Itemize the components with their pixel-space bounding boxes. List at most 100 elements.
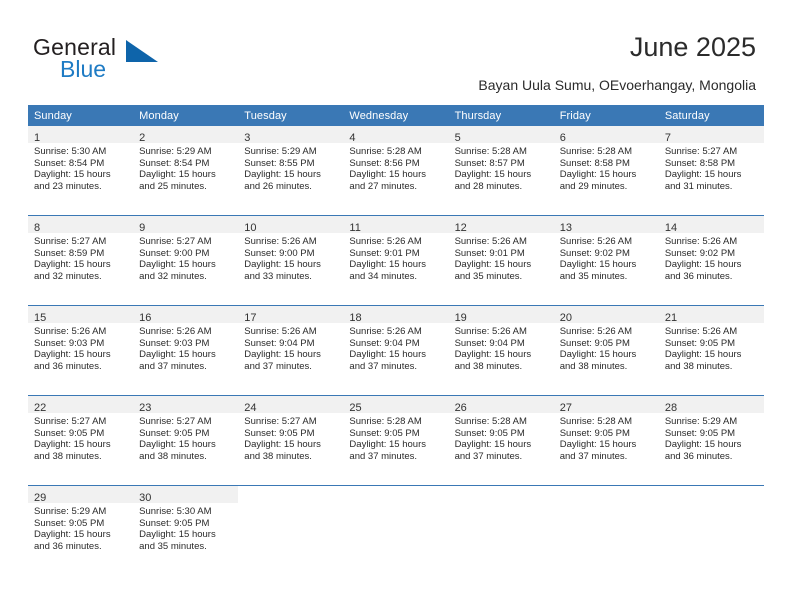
day-number: 20 bbox=[559, 312, 572, 324]
day-number: 26 bbox=[454, 402, 467, 414]
calendar-day-cell[interactable]: 5 Sunrise: 5:28 AM Sunset: 8:57 PM Daylight… bbox=[448, 126, 554, 216]
calendar-day-cell[interactable]: 19 Sunrise: 5:26 AM Sunset: 9:04 PM Dayligh… bbox=[448, 305, 554, 396]
calendar-day-cell[interactable]: 30 Sunrise: 5:30 AM Sunset: 9:05 PM Dayligh… bbox=[133, 485, 239, 575]
day-sun-info: Sunrise: 5:27 AM Sunset: 9:05 PM Daylight:… bbox=[238, 413, 343, 462]
daylight-text-line2: and 37 minutes. bbox=[454, 450, 523, 462]
calendar-day-cell[interactable]: 26 Sunrise: 5:28 AM Sunset: 9:05 PM Dayligh… bbox=[448, 395, 554, 486]
calendar-day-cell[interactable]: 22 Sunrise: 5:27 AM Sunset: 9:05 PM Dayligh… bbox=[28, 395, 134, 486]
calendar-day-cell[interactable]: 8 Sunrise: 5:27 AM Sunset: 8:59 PM Daylight… bbox=[28, 215, 134, 306]
day-sun-info: Sunrise: 5:28 AM Sunset: 9:05 PM Daylight:… bbox=[554, 413, 659, 462]
sunrise-text: Sunrise: 5:29 AM bbox=[244, 146, 317, 157]
day-sun-info: Sunrise: 5:27 AM Sunset: 8:58 PM Daylight:… bbox=[659, 143, 764, 192]
day-cell-content: 27 Sunrise: 5:28 AM Sunset: 9:05 PM Dayligh… bbox=[553, 396, 659, 485]
calendar-day-cell[interactable]: 20 Sunrise: 5:26 AM Sunset: 9:05 PM Dayligh… bbox=[553, 305, 659, 396]
day-number: 12 bbox=[454, 222, 467, 234]
day-number: 30 bbox=[139, 492, 152, 504]
calendar-day-cell[interactable]: 29 Sunrise: 5:29 AM Sunset: 9:05 PM Dayligh… bbox=[28, 485, 134, 575]
calendar-day-cell[interactable]: 4 Sunrise: 5:28 AM Sunset: 8:56 PM Daylight… bbox=[343, 126, 449, 216]
day-number-band: 11 bbox=[343, 216, 449, 234]
calendar-empty-cell bbox=[343, 485, 449, 575]
sunset-text: Sunset: 9:05 PM bbox=[139, 427, 210, 439]
calendar-day-cell[interactable]: 21 Sunrise: 5:26 AM Sunset: 9:05 PM Dayligh… bbox=[658, 305, 764, 396]
day-cell-content: 29 Sunrise: 5:29 AM Sunset: 9:05 PM Dayligh… bbox=[28, 486, 134, 575]
sunset-text: Sunset: 9:05 PM bbox=[454, 427, 525, 439]
calendar-empty-cell bbox=[448, 485, 554, 575]
weekday-header-friday: Friday bbox=[553, 105, 659, 126]
calendar-day-cell[interactable]: 18 Sunrise: 5:26 AM Sunset: 9:04 PM Dayligh… bbox=[343, 305, 449, 396]
sunset-text: Sunset: 8:55 PM bbox=[244, 157, 315, 169]
day-number-band: 7 bbox=[658, 126, 764, 144]
daylight-text-line2: and 29 minutes. bbox=[559, 180, 628, 192]
sunrise-text: Sunrise: 5:27 AM bbox=[34, 416, 107, 427]
calendar-day-cell[interactable]: 16 Sunrise: 5:26 AM Sunset: 9:03 PM Dayligh… bbox=[133, 305, 239, 396]
sunrise-text: Sunrise: 5:28 AM bbox=[454, 416, 527, 427]
calendar-day-cell[interactable]: 24 Sunrise: 5:27 AM Sunset: 9:05 PM Dayligh… bbox=[238, 395, 344, 486]
day-number-band: 22 bbox=[28, 396, 134, 414]
general-blue-logo[interactable]: General Blue bbox=[33, 34, 203, 86]
day-cell-content: 13 Sunrise: 5:26 AM Sunset: 9:02 PM Dayligh… bbox=[553, 216, 659, 305]
sunset-text: Sunset: 9:02 PM bbox=[664, 247, 736, 259]
daylight-text-line2: and 36 minutes. bbox=[34, 540, 102, 552]
empty-placeholder bbox=[658, 486, 764, 575]
calendar-day-cell[interactable]: 10 Sunrise: 5:26 AM Sunset: 9:00 PM Dayligh… bbox=[238, 215, 344, 306]
calendar-day-cell[interactable]: 23 Sunrise: 5:27 AM Sunset: 9:05 PM Dayligh… bbox=[133, 395, 239, 486]
calendar-header-row-group: Sunday Monday Tuesday Wednesday Thursday… bbox=[28, 105, 764, 126]
calendar-day-cell[interactable]: 13 Sunrise: 5:26 AM Sunset: 9:02 PM Dayligh… bbox=[553, 215, 659, 306]
calendar-day-cell[interactable]: 14 Sunrise: 5:26 AM Sunset: 9:02 PM Dayligh… bbox=[658, 215, 764, 306]
calendar-day-cell[interactable]: 3 Sunrise: 5:29 AM Sunset: 8:55 PM Daylight… bbox=[238, 126, 344, 216]
calendar-day-cell[interactable]: 12 Sunrise: 5:26 AM Sunset: 9:01 PM Dayligh… bbox=[448, 215, 554, 306]
daylight-text-line2: and 37 minutes. bbox=[244, 360, 312, 372]
calendar-day-cell[interactable]: 2 Sunrise: 5:29 AM Sunset: 8:54 PM Daylight… bbox=[133, 126, 239, 216]
calendar-day-cell[interactable]: 28 Sunrise: 5:29 AM Sunset: 9:05 PM Dayligh… bbox=[658, 395, 764, 486]
day-number: 16 bbox=[139, 312, 152, 324]
sunrise-text: Sunrise: 5:26 AM bbox=[664, 326, 738, 337]
calendar-week-row: 8 Sunrise: 5:27 AM Sunset: 8:59 PM Daylight… bbox=[28, 215, 764, 306]
day-sun-info: Sunrise: 5:26 AM Sunset: 9:05 PM Daylight:… bbox=[659, 323, 764, 372]
sunrise-text: Sunrise: 5:26 AM bbox=[664, 236, 738, 247]
day-number: 6 bbox=[559, 132, 566, 144]
day-number-band: 15 bbox=[28, 306, 134, 324]
day-number-band: 18 bbox=[343, 306, 449, 324]
calendar-day-cell[interactable]: 17 Sunrise: 5:26 AM Sunset: 9:04 PM Dayligh… bbox=[238, 305, 344, 396]
day-number: 13 bbox=[559, 222, 572, 234]
empty-placeholder bbox=[343, 486, 449, 575]
day-number: 19 bbox=[454, 312, 467, 324]
daylight-text-line2: and 35 minutes. bbox=[454, 270, 523, 282]
sunrise-text: Sunrise: 5:29 AM bbox=[34, 506, 107, 517]
calendar-day-cell[interactable]: 27 Sunrise: 5:28 AM Sunset: 9:05 PM Dayligh… bbox=[553, 395, 659, 486]
day-number-band: 10 bbox=[238, 216, 344, 234]
day-cell-content: 26 Sunrise: 5:28 AM Sunset: 9:05 PM Dayligh… bbox=[448, 396, 554, 485]
day-number-band: 25 bbox=[343, 396, 449, 414]
calendar-day-cell[interactable]: 1 Sunrise: 5:30 AM Sunset: 8:54 PM Daylight… bbox=[28, 126, 134, 216]
sunset-text: Sunset: 8:59 PM bbox=[34, 247, 105, 259]
sunrise-text: Sunrise: 5:28 AM bbox=[454, 146, 527, 157]
blue-triangle-icon bbox=[126, 40, 158, 62]
daylight-text-line1: Daylight: 15 hours bbox=[244, 259, 321, 271]
day-cell-content: 23 Sunrise: 5:27 AM Sunset: 9:05 PM Dayligh… bbox=[133, 396, 239, 485]
day-sun-info: Sunrise: 5:26 AM Sunset: 9:04 PM Daylight:… bbox=[343, 323, 448, 372]
sunrise-text: Sunrise: 5:26 AM bbox=[349, 326, 422, 337]
day-sun-info: Sunrise: 5:28 AM Sunset: 9:05 PM Daylight:… bbox=[343, 413, 448, 462]
calendar-day-cell[interactable]: 11 Sunrise: 5:26 AM Sunset: 9:01 PM Dayligh… bbox=[343, 215, 449, 306]
empty-placeholder bbox=[448, 486, 554, 575]
sunrise-text: Sunrise: 5:26 AM bbox=[559, 236, 633, 247]
day-sun-info: Sunrise: 5:26 AM Sunset: 9:03 PM Daylight:… bbox=[28, 323, 133, 372]
sunset-text: Sunset: 8:56 PM bbox=[349, 157, 420, 169]
day-number: 4 bbox=[349, 132, 356, 144]
empty-placeholder bbox=[238, 486, 344, 575]
day-number-band: 30 bbox=[133, 486, 239, 504]
calendar-day-cell[interactable]: 25 Sunrise: 5:28 AM Sunset: 9:05 PM Dayligh… bbox=[343, 395, 449, 486]
daylight-text-line2: and 35 minutes. bbox=[139, 540, 207, 552]
day-number-band: 9 bbox=[133, 216, 239, 234]
daylight-text-line2: and 33 minutes. bbox=[244, 270, 312, 282]
day-sun-info: Sunrise: 5:28 AM Sunset: 8:58 PM Daylight:… bbox=[554, 143, 659, 192]
calendar-day-cell[interactable]: 9 Sunrise: 5:27 AM Sunset: 9:00 PM Daylight… bbox=[133, 215, 239, 306]
daylight-text-line1: Daylight: 15 hours bbox=[34, 439, 111, 451]
day-cell-content: 10 Sunrise: 5:26 AM Sunset: 9:00 PM Dayligh… bbox=[238, 216, 344, 305]
day-number: 28 bbox=[664, 402, 678, 414]
daylight-text-line1: Daylight: 15 hours bbox=[559, 259, 637, 271]
calendar-day-cell[interactable]: 15 Sunrise: 5:26 AM Sunset: 9:03 PM Dayligh… bbox=[28, 305, 134, 396]
calendar-day-cell[interactable]: 7 Sunrise: 5:27 AM Sunset: 8:58 PM Daylight… bbox=[658, 126, 764, 216]
day-cell-content: 28 Sunrise: 5:29 AM Sunset: 9:05 PM Dayligh… bbox=[658, 396, 764, 485]
calendar-day-cell[interactable]: 6 Sunrise: 5:28 AM Sunset: 8:58 PM Daylight… bbox=[553, 126, 659, 216]
